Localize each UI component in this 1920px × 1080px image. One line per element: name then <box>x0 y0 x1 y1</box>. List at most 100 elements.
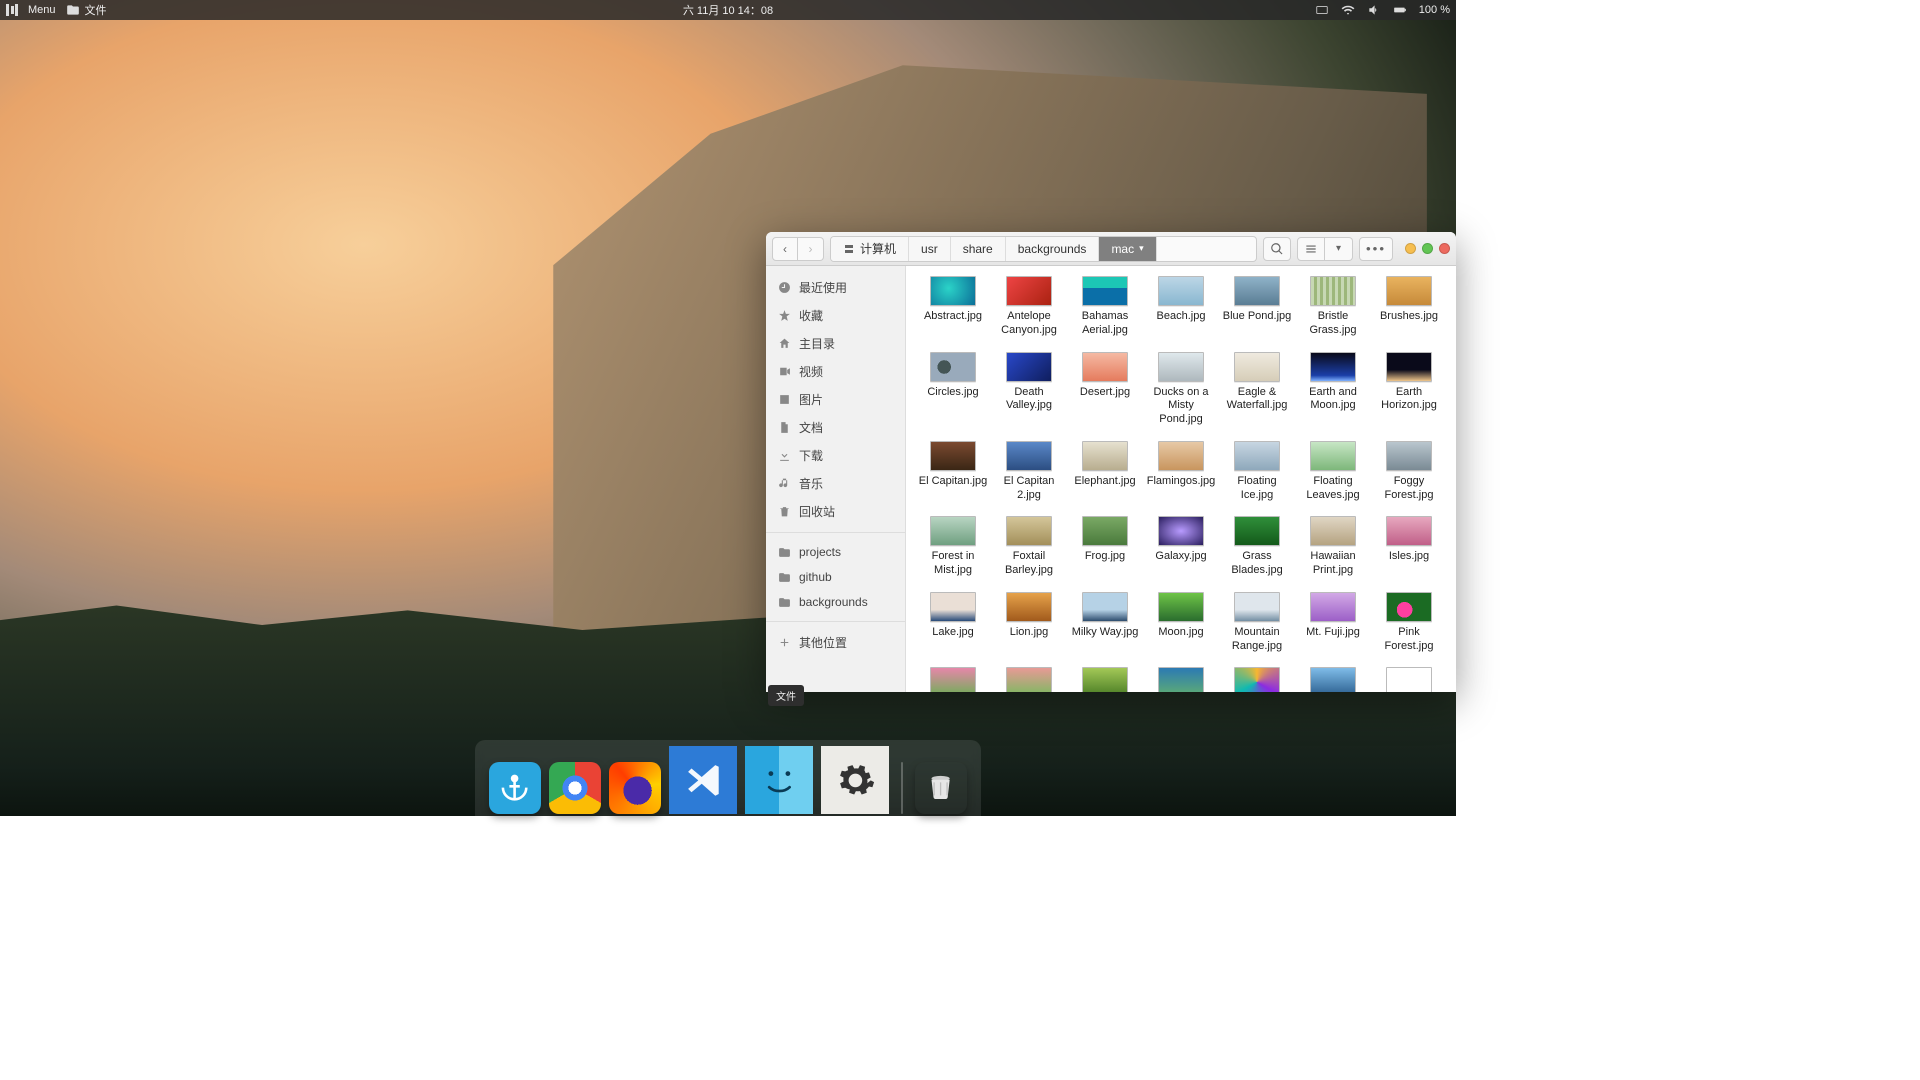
sidebar-item-视频[interactable]: 视频 <box>766 358 905 385</box>
file-item[interactable]: Foxtail Barley.jpg <box>994 516 1064 578</box>
breadcrumb-计算机[interactable]: 计算机 <box>831 237 909 261</box>
file-item[interactable]: Red Bells.jpg <box>1070 667 1140 692</box>
nav-forward-button[interactable]: › <box>798 237 824 261</box>
battery-icon[interactable] <box>1393 3 1407 17</box>
sidebar-item-其他位置[interactable]: 其他位置 <box>766 629 905 656</box>
view-list-button[interactable] <box>1297 237 1325 261</box>
file-item[interactable]: El Capitan 2.jpg <box>994 441 1064 503</box>
dock-trash[interactable] <box>915 762 967 814</box>
clock[interactable]: 六 11月 10 14：08 <box>683 2 773 18</box>
file-item[interactable]: Isles.jpg <box>1374 516 1444 578</box>
file-item[interactable]: Milky Way.jpg <box>1070 592 1140 654</box>
file-item[interactable]: Lake.jpg <box>918 592 988 654</box>
file-item[interactable]: Foggy Forest.jpg <box>1374 441 1444 503</box>
volume-icon[interactable] <box>1367 3 1381 17</box>
window-close-button[interactable] <box>1439 243 1450 254</box>
breadcrumb-usr[interactable]: usr <box>909 237 951 261</box>
file-item[interactable]: Beach.jpg <box>1146 276 1216 338</box>
file-item[interactable]: Grass Blades.jpg <box>1222 516 1292 578</box>
file-name-label: Pink Forest.jpg <box>1374 626 1444 654</box>
wifi-icon[interactable] <box>1341 3 1355 17</box>
file-item[interactable]: Floating Leaves.jpg <box>1298 441 1368 503</box>
file-name-label: El Capitan.jpg <box>919 475 988 489</box>
file-item[interactable]: Galaxy.jpg <box>1146 516 1216 578</box>
file-item[interactable]: Death Valley.jpg <box>994 352 1064 427</box>
file-item[interactable]: Ducks on a Misty Pond.jpg <box>1146 352 1216 427</box>
file-item[interactable]: Bristle Grass.jpg <box>1298 276 1368 338</box>
file-item[interactable]: Antelope Canyon.jpg <box>994 276 1064 338</box>
dock-app-anchor[interactable] <box>489 762 541 814</box>
dock-app-vscode[interactable] <box>669 746 737 814</box>
file-item[interactable]: Mt. Fuji.jpg <box>1298 592 1368 654</box>
dock-app-firefox[interactable] <box>609 762 661 814</box>
file-name-label: Milky Way.jpg <box>1072 626 1139 640</box>
sidebar-item-backgrounds[interactable]: backgrounds <box>766 590 905 614</box>
dock-app-settings[interactable] <box>821 746 889 814</box>
file-item[interactable]: Circles.jpg <box>918 352 988 427</box>
file-thumbnail <box>1310 516 1356 546</box>
file-name-label: Flamingos.jpg <box>1147 475 1215 489</box>
file-item[interactable]: Poppies.jpg <box>994 667 1064 692</box>
sidebar-item-label: 收藏 <box>799 307 823 324</box>
window-maximize-button[interactable] <box>1422 243 1433 254</box>
dock-app-files[interactable] <box>745 746 813 814</box>
file-item[interactable]: Flamingos.jpg <box>1146 441 1216 503</box>
file-item[interactable]: Bahamas Aerial.jpg <box>1070 276 1140 338</box>
file-item[interactable]: Frog.jpg <box>1070 516 1140 578</box>
music-icon <box>778 477 791 490</box>
search-button[interactable] <box>1263 237 1291 261</box>
sidebar-item-图片[interactable]: 图片 <box>766 386 905 413</box>
keyboard-icon[interactable] <box>1315 3 1329 17</box>
window-minimize-button[interactable] <box>1405 243 1416 254</box>
file-item[interactable]: Brushes.jpg <box>1374 276 1444 338</box>
active-app-indicator[interactable]: 文件 <box>66 2 107 18</box>
file-item[interactable]: El Capitan.jpg <box>918 441 988 503</box>
file-item[interactable]: Abstract.jpg <box>918 276 988 338</box>
file-thumbnail <box>1082 667 1128 692</box>
download-icon <box>778 449 791 462</box>
sidebar-item-github[interactable]: github <box>766 565 905 589</box>
nav-back-button[interactable]: ‹ <box>772 237 798 261</box>
sidebar-item-下载[interactable]: 下载 <box>766 442 905 469</box>
breadcrumb-share[interactable]: share <box>951 237 1006 261</box>
file-item[interactable]: Rolling Waves.jpg <box>1222 667 1292 692</box>
file-item[interactable]: Forest in Mist.jpg <box>918 516 988 578</box>
dock-app-chromium[interactable] <box>549 762 601 814</box>
file-grid: Abstract.jpgAntelope Canyon.jpgBahamas A… <box>918 276 1444 692</box>
file-item[interactable]: Shapes.jpg <box>1298 667 1368 692</box>
sidebar-item-收藏[interactable]: 收藏 <box>766 302 905 329</box>
file-manager-toolbar: ‹ › 计算机usrsharebackgroundsmac▾ ▾ ••• <box>766 232 1456 266</box>
file-item[interactable]: Earth Horizon.jpg <box>1374 352 1444 427</box>
file-thumbnail <box>930 592 976 622</box>
file-item[interactable]: Sky.jpg <box>1374 667 1444 692</box>
file-item[interactable]: Hawaiian Print.jpg <box>1298 516 1368 578</box>
sidebar-item-回收站[interactable]: 回收站 <box>766 498 905 525</box>
file-thumbnail <box>1006 441 1052 471</box>
file-item[interactable]: Floating Ice.jpg <box>1222 441 1292 503</box>
file-item[interactable]: Pink Lotus Flower.jpg <box>918 667 988 692</box>
file-item[interactable]: Rice Paddy.jpg <box>1146 667 1216 692</box>
file-item[interactable]: Lion.jpg <box>994 592 1064 654</box>
file-item[interactable]: Moon.jpg <box>1146 592 1216 654</box>
file-item[interactable]: Earth and Moon.jpg <box>1298 352 1368 427</box>
sidebar-item-音乐[interactable]: 音乐 <box>766 470 905 497</box>
sidebar-item-最近使用[interactable]: 最近使用 <box>766 274 905 301</box>
file-item[interactable]: Pink Forest.jpg <box>1374 592 1444 654</box>
menu-button[interactable]: Menu <box>28 4 56 16</box>
sidebar-item-主目录[interactable]: 主目录 <box>766 330 905 357</box>
file-name-label: Desert.jpg <box>1080 386 1130 400</box>
file-thumbnail <box>1234 592 1280 622</box>
breadcrumb-backgrounds[interactable]: backgrounds <box>1006 237 1100 261</box>
file-item[interactable]: Eagle & Waterfall.jpg <box>1222 352 1292 427</box>
file-name-label: Forest in Mist.jpg <box>918 550 988 578</box>
file-thumbnail <box>1310 276 1356 306</box>
sidebar-item-projects[interactable]: projects <box>766 540 905 564</box>
view-options-button[interactable]: ▾ <box>1325 237 1353 261</box>
file-item[interactable]: Elephant.jpg <box>1070 441 1140 503</box>
file-item[interactable]: Blue Pond.jpg <box>1222 276 1292 338</box>
file-item[interactable]: Mountain Range.jpg <box>1222 592 1292 654</box>
breadcrumb-mac[interactable]: mac▾ <box>1099 237 1156 261</box>
hamburger-menu-button[interactable]: ••• <box>1359 237 1393 261</box>
file-item[interactable]: Desert.jpg <box>1070 352 1140 427</box>
sidebar-item-文档[interactable]: 文档 <box>766 414 905 441</box>
